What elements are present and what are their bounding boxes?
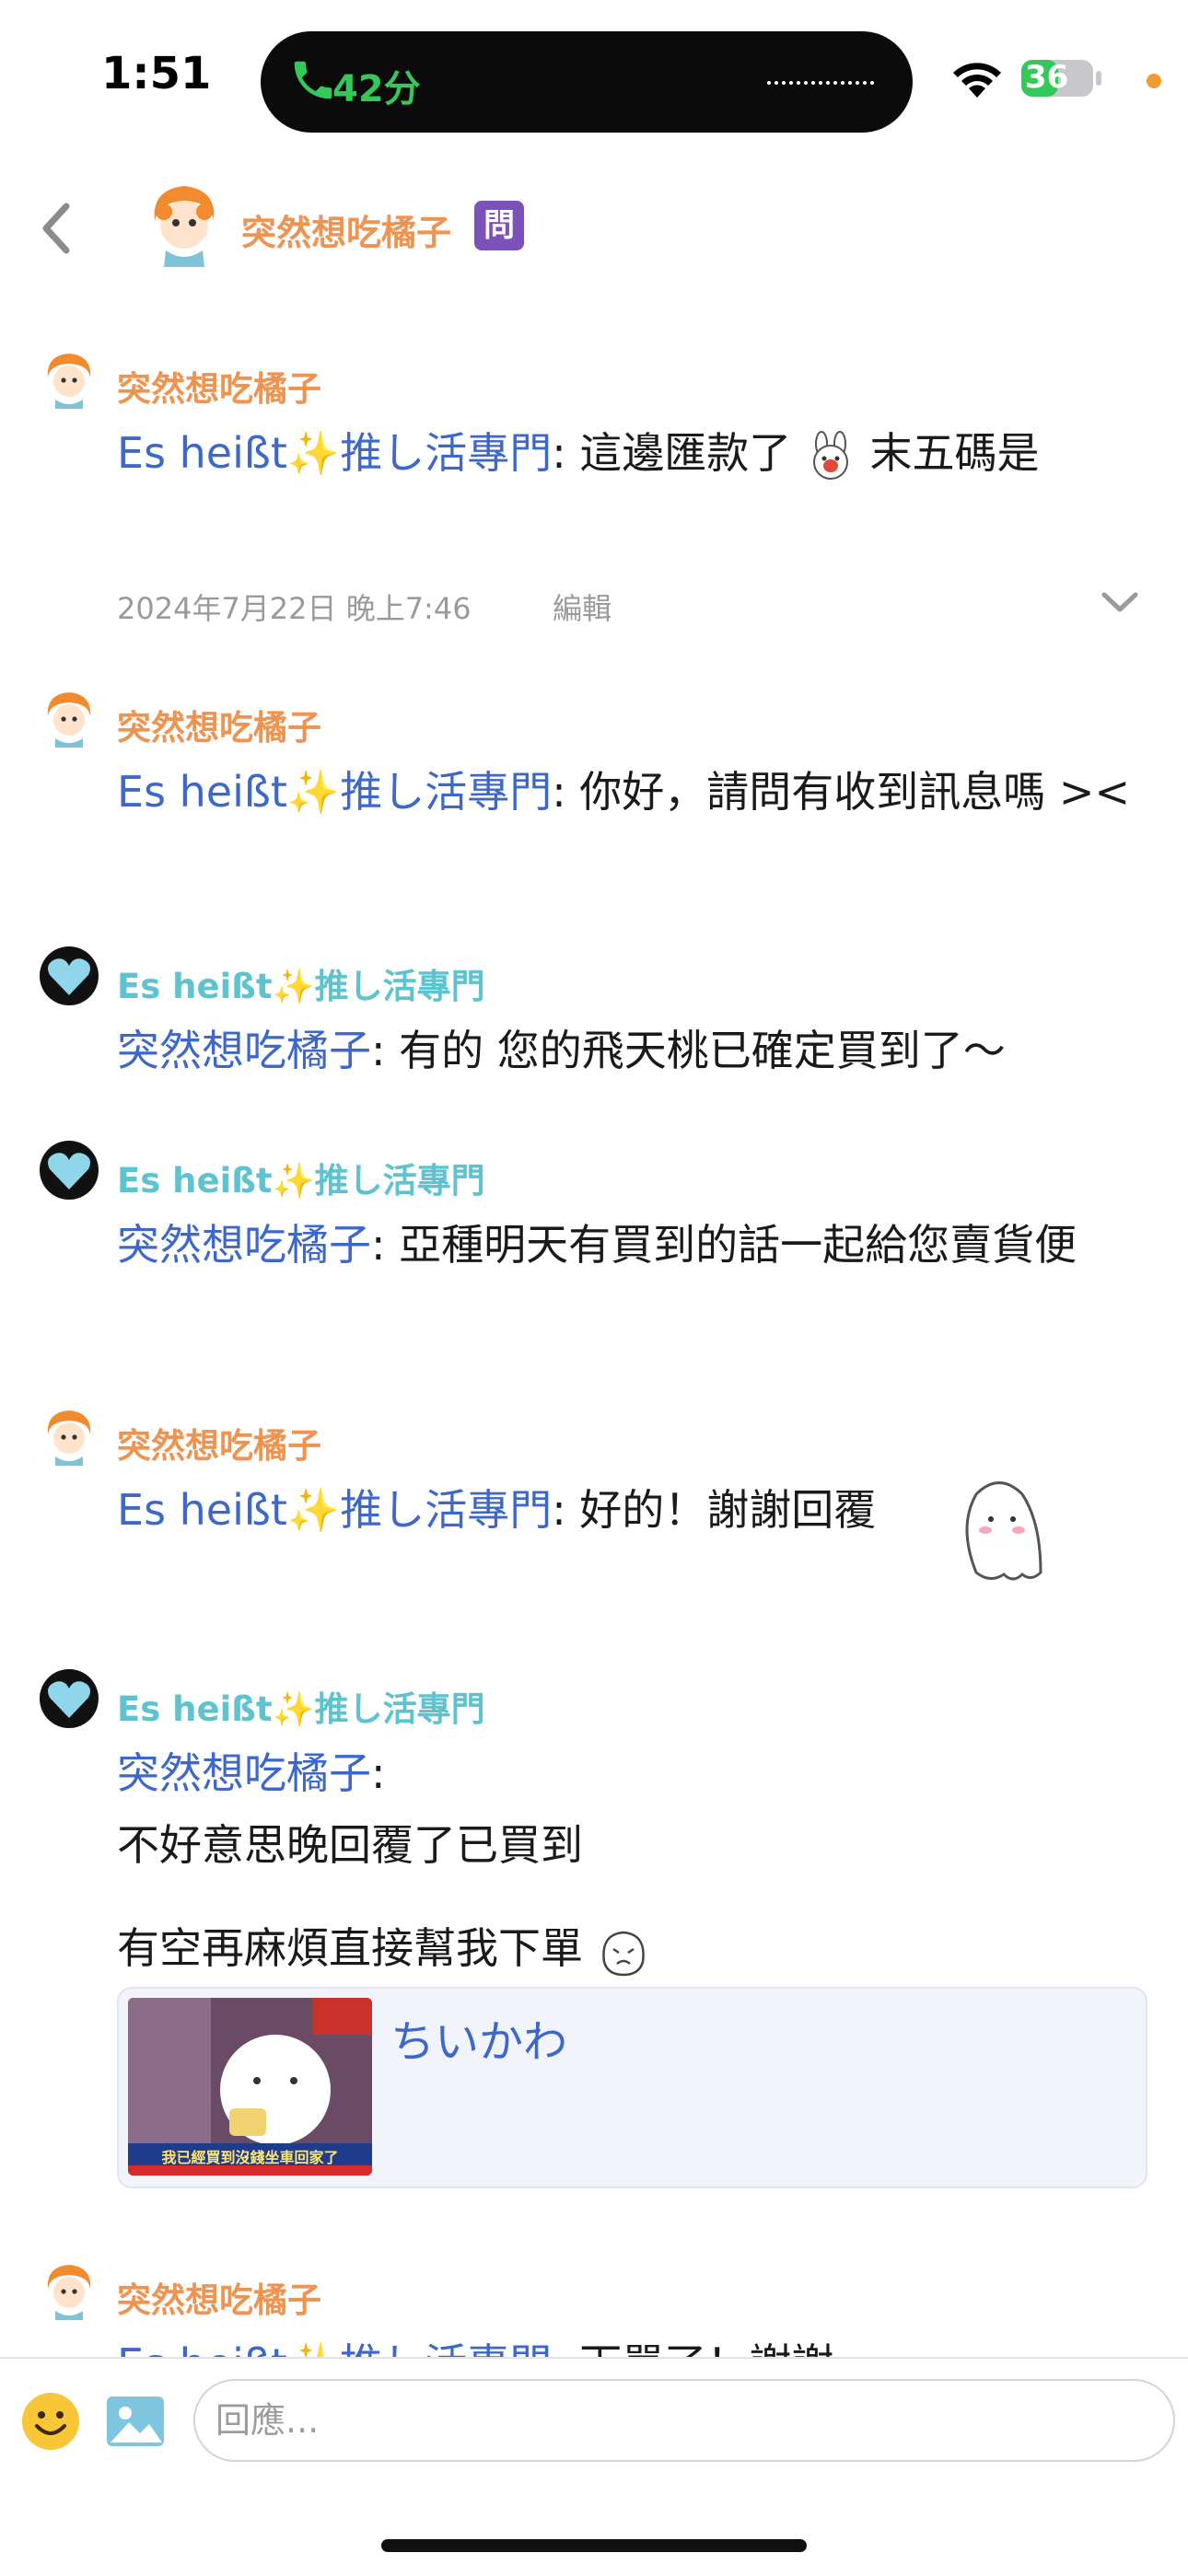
dynamic-island-call[interactable]: 42分 <box>261 31 913 133</box>
status-bar: 1:51 42分 36 <box>0 0 1188 157</box>
privacy-indicator <box>1147 74 1161 88</box>
sparkles-icon: ✨ <box>286 1485 341 1535</box>
mention-link[interactable]: Es heißt <box>117 767 287 817</box>
emoji-icon[interactable] <box>20 2391 81 2452</box>
wifi-icon <box>953 63 1001 98</box>
question-badge[interactable]: 問 <box>474 201 524 250</box>
message-timestamp: 2024年7月22日 晚上7:46 <box>117 591 472 626</box>
mention-link-tail[interactable]: 推し活專門 <box>340 767 552 817</box>
sparkles-icon: ✨ <box>286 767 341 817</box>
thumbnail-caption: 我已經買到沒錢坐車回家了 <box>161 2149 339 2166</box>
message-sender[interactable]: Es heißt✨推し活專門 <box>117 1681 485 1731</box>
link-preview-thumbnail[interactable]: 我已經買到沒錢坐車回家了 <box>128 1998 372 2176</box>
link-preview-title[interactable]: ちいかわ <box>390 2005 567 2070</box>
user-avatar-orange[interactable] <box>39 687 99 748</box>
message-sender[interactable]: Es heißt✨推し活專門 <box>117 1153 485 1202</box>
mention-link[interactable]: Es heißt <box>117 1485 287 1535</box>
edit-link[interactable]: 編輯 <box>553 586 611 628</box>
mention-link-tail[interactable]: 推し活專門 <box>340 428 552 478</box>
mention-link[interactable]: 突然想吃橘子 <box>117 1220 371 1270</box>
call-duration: 42分 <box>332 68 421 110</box>
back-chevron-icon[interactable] <box>37 201 74 256</box>
blob-sticker-icon <box>601 1931 645 1976</box>
user-avatar-orange[interactable] <box>39 2259 99 2320</box>
image-icon[interactable] <box>105 2391 166 2452</box>
battery-level: 36 <box>1025 59 1069 96</box>
ghost-sticker-icon <box>965 1481 1042 1581</box>
chat-title[interactable]: 突然想吃橘子 <box>241 204 451 255</box>
user-avatar-heart[interactable] <box>39 1668 99 1729</box>
message-sender[interactable]: 突然想吃橘子 <box>117 2272 321 2322</box>
mention-link[interactable]: 突然想吃橘子 <box>117 1026 371 1075</box>
status-time: 1:51 <box>101 48 212 99</box>
rabbit-sticker-icon <box>812 430 848 480</box>
message-text: 突然想吃橘子: 有的 您的飛天桃已確定買到了～ <box>117 1026 1006 1075</box>
message-text: Es heißt✨推し活專門: 這邊匯款了 末五碼是 <box>117 418 1139 488</box>
mention-link[interactable]: 突然想吃橘子 <box>117 1748 371 1798</box>
message-sender[interactable]: 突然想吃橘子 <box>117 700 321 749</box>
message-sender[interactable]: 突然想吃橘子 <box>117 1418 321 1468</box>
link-preview-card[interactable]: 我已經買到沒錢坐車回家了 ちいかわ <box>117 1987 1147 2188</box>
mention-link[interactable]: Es heißt <box>117 428 287 478</box>
home-indicator[interactable] <box>381 2539 807 2552</box>
message-sender[interactable]: 突然想吃橘子 <box>117 361 321 411</box>
message-text: Es heißt✨推し活專門: 你好，請問有收到訊息嗎 >< <box>117 767 1131 817</box>
message-text: 突然想吃橘子: <box>117 1748 386 1798</box>
user-avatar-orange[interactable] <box>39 348 99 409</box>
mention-link-tail[interactable]: 推し活專門 <box>340 1485 552 1535</box>
user-avatar-heart[interactable] <box>39 1140 99 1201</box>
chevron-down-icon[interactable] <box>1101 591 1139 615</box>
reply-input[interactable]: 回應... <box>193 2379 1175 2462</box>
sparkles-icon: ✨ <box>286 428 341 478</box>
contact-avatar[interactable] <box>138 175 230 267</box>
chat-header: 突然想吃橘子 問 <box>0 157 1188 304</box>
user-avatar-heart[interactable] <box>39 946 99 1006</box>
message-sender[interactable]: Es heißt✨推し活專門 <box>117 958 485 1008</box>
user-avatar-orange[interactable] <box>39 1405 99 1466</box>
phone-icon <box>294 61 332 99</box>
audio-wave-icon <box>767 81 874 85</box>
message-text-line: 有空再麻煩直接幫我下單 <box>117 1913 1139 1983</box>
message-text-line: 不好意思晚回覆了已買到 <box>117 1820 583 1870</box>
message-text: 突然想吃橘子: 亞種明天有買到的話一起給您賣貨便 <box>117 1220 1077 1270</box>
